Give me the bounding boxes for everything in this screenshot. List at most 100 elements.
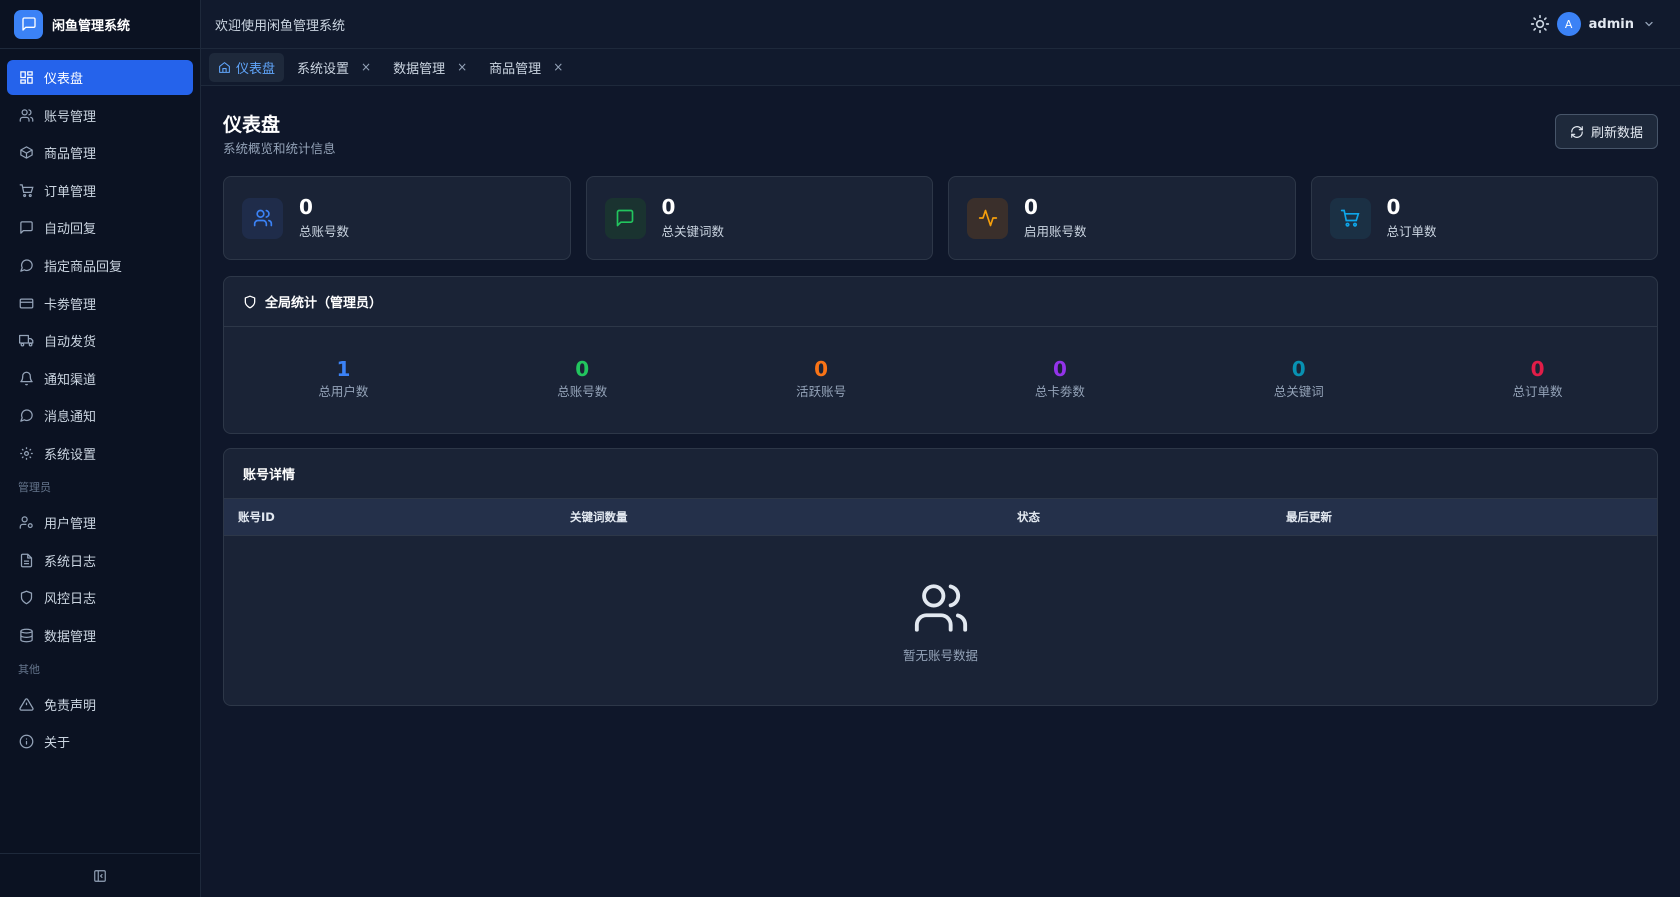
col-keyword-count: 关键词数量 <box>570 510 628 524</box>
stat-label: 总订单数 <box>1386 224 1437 239</box>
truck-icon <box>19 335 34 347</box>
sidebar-item-auto-reply[interactable]: 自动回复 <box>7 210 193 245</box>
col-last-updated: 最后更新 <box>1286 510 1332 524</box>
box-icon <box>20 146 33 159</box>
sidebar-item-notify-channels[interactable]: 通知渠道 <box>7 361 193 396</box>
message-circle-icon <box>20 409 33 423</box>
tab-product-management[interactable]: 商品管理 × <box>480 53 572 82</box>
username: admin <box>1588 16 1634 32</box>
stat-icon-box <box>967 197 1008 239</box>
section-admin: 管理员 <box>18 480 51 494</box>
empty-text: 暂无账号数据 <box>902 647 978 663</box>
sidebar-item-label: 账号管理 <box>44 109 97 125</box>
gstat-value: 1 <box>336 357 351 381</box>
main-content: 仪表盘 系统概览和统计信息 刷新数据 0 总账号数 0 总关键词数 0 启用账号… <box>201 86 1680 897</box>
sidebar-item-products[interactable]: 商品管理 <box>7 135 193 170</box>
gstat-label: 总用户数 <box>318 384 369 399</box>
sidebar-item-label: 订单管理 <box>44 184 97 200</box>
sidebar-item-system-logs[interactable]: 系统日志 <box>7 543 193 578</box>
sidebar-item-label: 商品管理 <box>44 147 97 163</box>
tab-dashboard[interactable]: 仪表盘 <box>209 52 285 82</box>
panel-title: 全局统计（管理员） <box>265 296 383 311</box>
sidebar-item-about[interactable]: 关于 <box>7 724 193 759</box>
tab-label: 数据管理 <box>393 61 446 77</box>
refresh-icon <box>1571 125 1583 138</box>
sidebar-item-label: 系统设置 <box>44 447 97 463</box>
tab-label: 仪表盘 <box>236 61 276 77</box>
refresh-label: 刷新数据 <box>1590 126 1643 141</box>
sidebar-item-risk-logs[interactable]: 风控日志 <box>7 580 193 615</box>
user-menu[interactable]: A admin <box>1556 12 1655 36</box>
info-icon <box>19 734 34 749</box>
tab-close-button[interactable]: × <box>553 60 563 74</box>
refresh-button[interactable]: 刷新数据 <box>1554 114 1658 149</box>
gstat-value: 0 <box>814 357 829 381</box>
gstat-label: 总关键词 <box>1273 384 1324 399</box>
sidebar-item-disclaimer[interactable]: 免责声明 <box>7 687 193 722</box>
tab-label: 系统设置 <box>297 61 350 77</box>
global-stat-active-accounts: 0 活跃账号 <box>702 358 941 400</box>
sidebar-item-label: 自动回复 <box>44 222 97 238</box>
dashboard-icon <box>20 71 33 84</box>
account-details-panel: 账号详情 账号ID 关键词数量 状态 最后更新 暂无账号数据 <box>223 448 1658 706</box>
tab-bar: 仪表盘 系统设置 × 数据管理 × 商品管理 × <box>201 49 1680 86</box>
app-title: 闲鱼管理系统 <box>52 18 131 34</box>
sidebar-item-auto-delivery[interactable]: 自动发货 <box>7 323 193 358</box>
chevron-down-icon <box>1645 21 1653 27</box>
app-logo-icon <box>14 9 43 39</box>
gear-icon <box>20 447 33 460</box>
database-icon <box>20 628 33 643</box>
tab-system-settings[interactable]: 系统设置 × <box>288 53 380 82</box>
stat-label: 启用账号数 <box>1024 224 1087 239</box>
gstat-value: 0 <box>1291 357 1306 381</box>
col-status: 状态 <box>1017 510 1040 524</box>
users-icon <box>19 108 34 122</box>
stat-value: 0 <box>1386 195 1401 219</box>
tab-close-button[interactable]: × <box>457 60 467 74</box>
sidebar-item-label: 关于 <box>44 736 71 752</box>
brand: 闲鱼管理系统 <box>0 0 200 49</box>
col-account-id: 账号ID <box>238 510 275 524</box>
file-text-icon <box>20 553 33 567</box>
sidebar-collapse-button[interactable] <box>0 853 200 897</box>
message-square-icon <box>20 221 33 235</box>
sidebar-item-label: 用户管理 <box>44 516 97 532</box>
sidebar-item-user-management[interactable]: 用户管理 <box>7 505 193 540</box>
page-subtitle: 系统概览和统计信息 <box>223 141 336 156</box>
sidebar-item-product-reply[interactable]: 指定商品回复 <box>7 248 193 283</box>
stat-icon-box <box>604 197 646 239</box>
sidebar-item-orders[interactable]: 订单管理 <box>7 173 193 208</box>
cart-icon <box>19 184 34 197</box>
tab-label: 商品管理 <box>489 61 542 77</box>
sidebar-item-data-management[interactable]: 数据管理 <box>7 618 193 653</box>
sidebar-item-label: 消息通知 <box>44 410 97 426</box>
stat-value: 0 <box>299 195 313 219</box>
gstat-label: 总卡劵数 <box>1034 384 1085 399</box>
stat-label: 总关键词数 <box>661 224 725 239</box>
sidebar-item-dashboard[interactable]: 仪表盘 <box>7 60 193 95</box>
sidebar-item-label: 数据管理 <box>44 629 97 645</box>
sidebar-item-accounts[interactable]: 账号管理 <box>7 98 193 133</box>
tab-data-management[interactable]: 数据管理 × <box>384 53 476 82</box>
panel-header: 全局统计（管理员） <box>224 277 1657 327</box>
stat-card-enabled-accounts: 0 启用账号数 <box>948 176 1296 260</box>
cart-icon <box>1340 209 1360 227</box>
sidebar-item-settings[interactable]: 系统设置 <box>7 436 193 471</box>
theme-toggle-button[interactable] <box>1530 14 1550 34</box>
sidebar: 闲鱼管理系统 仪表盘 账号管理 商品管理 订单管理 自动回复 指定商品回复 卡劵… <box>0 0 201 897</box>
panel-title: 账号详情 <box>243 468 296 483</box>
global-stats-panel: 全局统计（管理员） 1 总用户数 0 总账号数 0 活跃账号 0 总卡劵数 0 … <box>223 276 1658 434</box>
credit-card-icon <box>19 298 34 309</box>
gstat-label: 总账号数 <box>557 384 608 399</box>
sidebar-item-label: 系统日志 <box>44 554 97 570</box>
avatar: A <box>1556 12 1581 36</box>
sidebar-item-label: 仪表盘 <box>44 72 84 87</box>
tab-close-button[interactable]: × <box>361 60 371 74</box>
activity-icon <box>978 209 997 227</box>
sidebar-item-cards[interactable]: 卡劵管理 <box>7 286 193 321</box>
global-stat-orders: 0 总订单数 <box>1418 358 1657 400</box>
welcome-text: 欢迎使用闲鱼管理系统 <box>215 18 346 34</box>
sun-icon <box>1530 14 1550 34</box>
sidebar-item-messages[interactable]: 消息通知 <box>7 398 193 433</box>
alert-triangle-icon <box>19 697 34 711</box>
